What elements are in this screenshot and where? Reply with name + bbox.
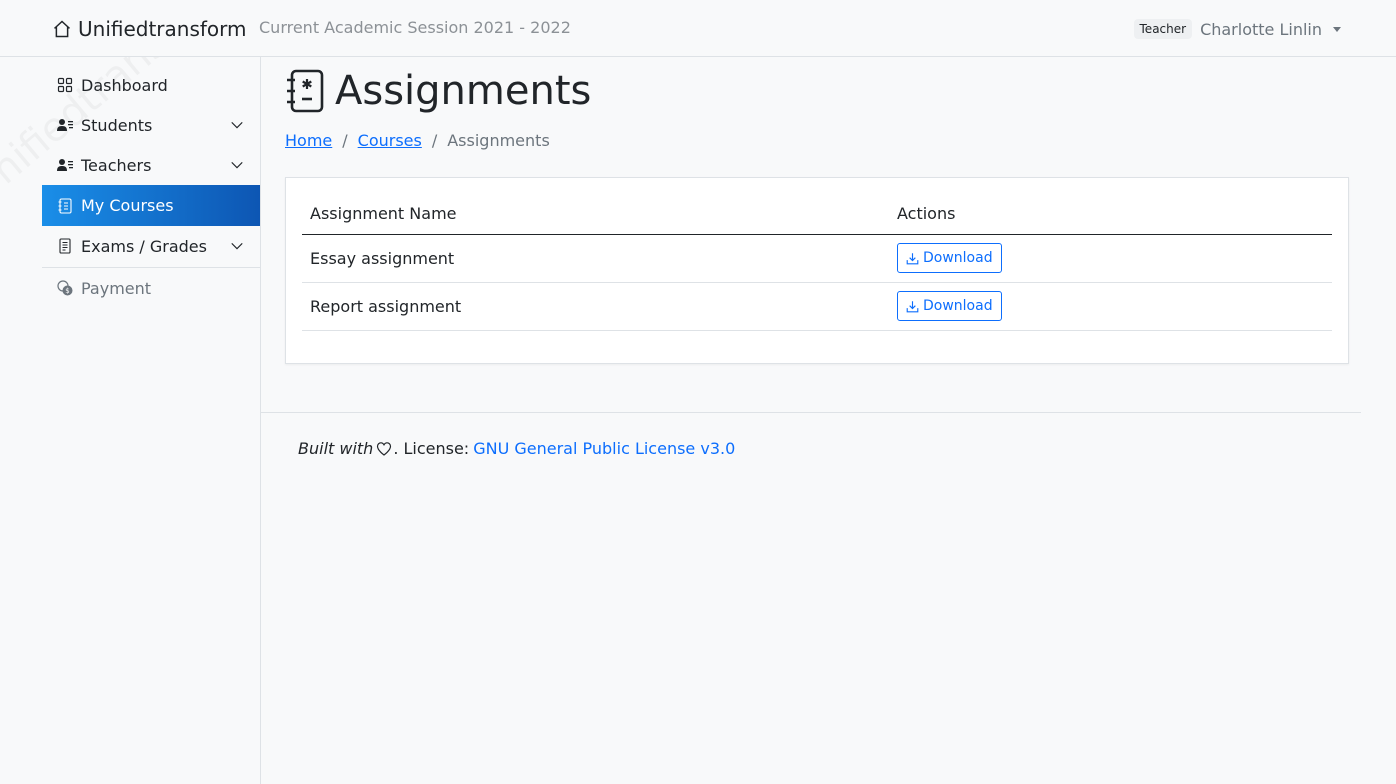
breadcrumb-courses-link[interactable]: Courses [358, 131, 422, 151]
sidebar-item-my-courses[interactable]: My Courses [42, 185, 260, 226]
footer-divider [261, 412, 1361, 413]
caret-down-icon [1333, 26, 1341, 32]
svg-text:$: $ [65, 287, 69, 295]
license-label: . License: [393, 439, 470, 458]
sidebar-item-label: Teachers [81, 155, 152, 175]
academic-session: Current Academic Session 2021 - 2022 [259, 18, 571, 37]
file-text-icon [59, 238, 71, 254]
person-lines-icon [57, 159, 73, 171]
table-header-row: Assignment Name Actions [302, 194, 1332, 235]
breadcrumb-home-link[interactable]: Home [285, 131, 332, 151]
breadcrumb-separator: / [342, 131, 348, 150]
sidebar-item-payment[interactable]: $ Payment [42, 268, 260, 308]
download-label: Download [923, 250, 993, 266]
role-badge: Teacher [1133, 19, 1193, 39]
sidebar-item-label: My Courses [81, 196, 174, 215]
download-icon [906, 252, 919, 264]
person-lines-icon [57, 119, 73, 131]
actions-cell: Download [889, 282, 1332, 331]
sidebar-item-dashboard[interactable]: Dashboard [42, 65, 260, 105]
sidebar-item-label: Dashboard [81, 75, 168, 95]
column-header-actions: Actions [889, 194, 1332, 235]
coin-icon: $ [57, 280, 73, 296]
journal-medical-icon [287, 69, 324, 113]
page-title: Assignments [335, 68, 592, 114]
user-name: Charlotte Linlin [1200, 19, 1322, 39]
chevron-down-icon [231, 121, 243, 129]
sidebar-nav: Dashboard Students Teachers My Courses E… [42, 65, 260, 308]
sidebar: Unifiedtransform Dashboard Students Teac… [0, 57, 261, 784]
chevron-down-icon [231, 242, 243, 250]
house-icon [53, 20, 71, 38]
sidebar-item-label: Payment [81, 278, 152, 298]
download-button[interactable]: Download [897, 291, 1002, 321]
actions-cell: Download [889, 234, 1332, 283]
page-header: Assignments [285, 67, 591, 115]
breadcrumb-current: Assignments [447, 131, 550, 150]
built-with-text: Built with [298, 439, 374, 458]
journal-icon [58, 197, 72, 214]
main-content: Assignments Home / Courses / Assignments… [261, 57, 1361, 784]
license-link[interactable]: GNU General Public License v3.0 [473, 439, 735, 459]
user-menu[interactable]: Teacher Charlotte Linlin [1133, 16, 1341, 42]
sidebar-item-label: Students [81, 115, 153, 135]
download-label: Download [923, 298, 993, 314]
sidebar-item-label: Exams / Grades [81, 236, 207, 256]
assignments-table: Assignment Name Actions Essay assignment… [302, 194, 1332, 331]
download-icon [906, 300, 919, 312]
download-button[interactable]: Download [897, 243, 1002, 273]
column-header-assignment-name: Assignment Name [302, 194, 889, 235]
assignments-card: Assignment Name Actions Essay assignment… [285, 177, 1349, 364]
table-row: Essay assignment Download [302, 234, 1332, 283]
sidebar-item-exams-grades[interactable]: Exams / Grades [42, 226, 260, 266]
assignment-name-cell: Essay assignment [302, 234, 889, 283]
sidebar-item-teachers[interactable]: Teachers [42, 145, 260, 185]
grid-icon [57, 77, 73, 93]
footer: Built with . License: GNU General Public… [298, 439, 735, 459]
heart-icon [377, 442, 392, 456]
chevron-down-icon [231, 161, 243, 169]
sidebar-item-students[interactable]: Students [42, 105, 260, 145]
table-row: Report assignment Download [302, 282, 1332, 331]
brand-name: Unifiedtransform [78, 17, 247, 41]
assignment-name-cell: Report assignment [302, 282, 889, 331]
breadcrumb-separator: / [431, 131, 438, 150]
top-navbar: Unifiedtransform Current Academic Sessio… [0, 0, 1396, 57]
brand-link[interactable]: Unifiedtransform [52, 16, 247, 42]
breadcrumb: Home / Courses / Assignments [285, 131, 550, 151]
